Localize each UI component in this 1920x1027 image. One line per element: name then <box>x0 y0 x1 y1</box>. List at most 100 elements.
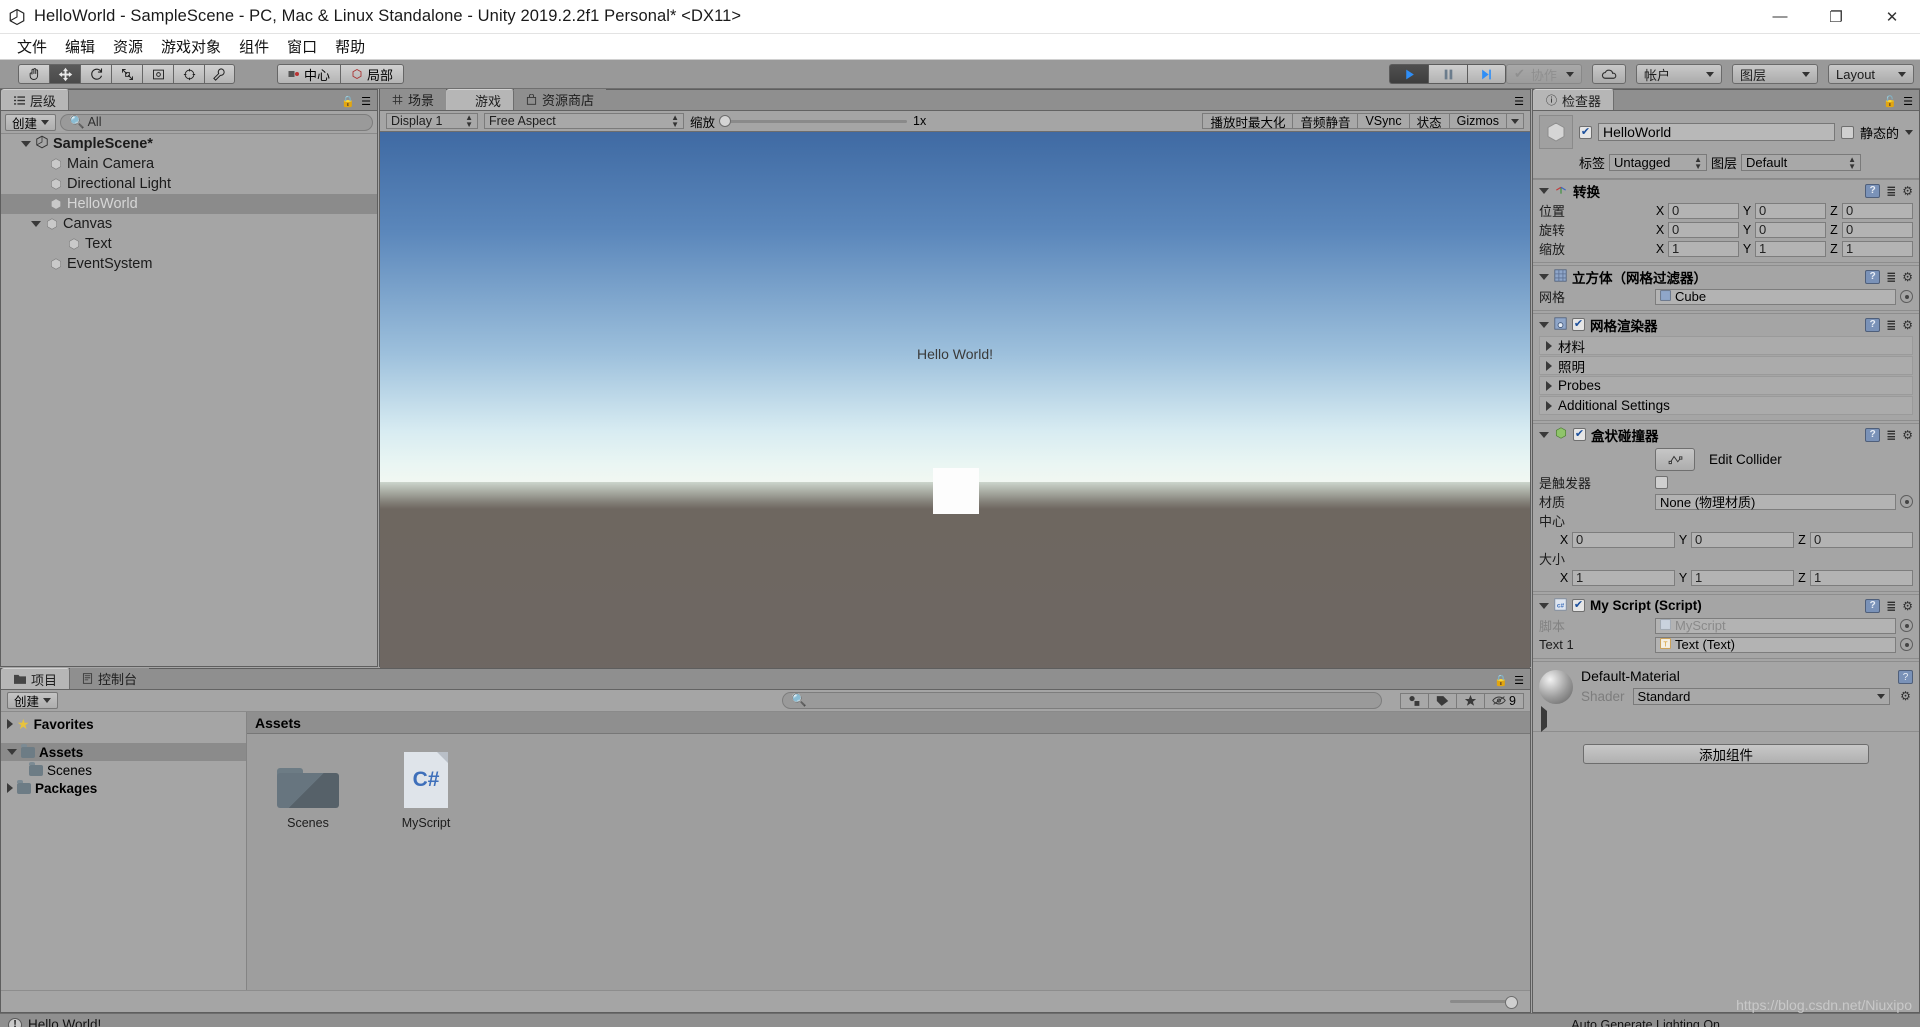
menu-item-file[interactable]: 文件 <box>8 34 56 59</box>
help-icon[interactable]: ? <box>1865 183 1881 198</box>
size-z-input[interactable]: 1 <box>1810 569 1913 586</box>
hierarchy-menu-icon[interactable]: ☰ <box>361 95 371 108</box>
tab-inspector[interactable]: ⓘ 检查器 <box>1533 89 1615 110</box>
static-checkbox[interactable] <box>1840 125 1854 139</box>
layout-button[interactable]: Layout <box>1828 64 1914 84</box>
game-render-canvas[interactable]: Hello World! <box>380 132 1530 687</box>
project-tree-item-packages[interactable]: Packages <box>1 779 246 797</box>
scale-y-input[interactable]: 1 <box>1755 240 1826 257</box>
hierarchy-item-helloworld[interactable]: HelloWorld <box>1 194 377 214</box>
twisty-open-icon[interactable] <box>21 141 31 147</box>
section-additional-settings[interactable]: Additional Settings <box>1539 396 1913 415</box>
chevron-down-icon[interactable] <box>1905 129 1913 135</box>
hierarchy-item-directional-light[interactable]: Directional Light <box>1 174 377 194</box>
collab-button[interactable]: ✔ 协作 <box>1506 64 1582 84</box>
center-x-input[interactable]: 0 <box>1572 531 1675 548</box>
help-icon[interactable]: ? <box>1865 427 1881 442</box>
hierarchy-item-eventsystem[interactable]: EventSystem <box>1 254 377 274</box>
scale-z-input[interactable]: 1 <box>1842 240 1913 257</box>
close-button[interactable]: ✕ <box>1864 0 1920 34</box>
project-search-input[interactable]: 🔍 <box>782 692 1383 709</box>
tab-asset-store[interactable]: 资源商店 <box>514 89 607 110</box>
object-enabled-checkbox[interactable] <box>1579 125 1592 139</box>
mesh-picker-icon[interactable] <box>1900 290 1913 303</box>
section-lighting[interactable]: 照明 <box>1539 356 1913 375</box>
filter-by-type-button[interactable] <box>1400 692 1429 709</box>
preset-icon[interactable]: ≣ <box>1886 428 1896 442</box>
display-dropdown[interactable]: Display 1 ▲ ▼ <box>386 113 478 129</box>
twisty-open-icon[interactable] <box>31 221 41 227</box>
tab-project[interactable]: 项目 <box>1 668 71 689</box>
twisty-open-icon[interactable] <box>7 749 17 755</box>
is-trigger-checkbox[interactable] <box>1655 476 1668 489</box>
text1-object-field[interactable]: T Text (Text) <box>1655 636 1896 653</box>
project-create-button[interactable]: 创建 <box>7 692 59 709</box>
twisty-open-icon[interactable] <box>1539 273 1549 280</box>
tab-scene[interactable]: 场景 <box>380 89 447 110</box>
add-component-button[interactable]: 添加组件 <box>1583 744 1869 764</box>
my-script-enabled-checkbox[interactable] <box>1572 599 1585 612</box>
menu-item-component[interactable]: 组件 <box>230 34 278 59</box>
twisty-open-icon[interactable] <box>1539 187 1549 194</box>
position-y-input[interactable]: 0 <box>1755 202 1826 219</box>
asset-item-scenes[interactable]: Scenes <box>265 748 351 830</box>
cloud-button[interactable] <box>1592 64 1626 84</box>
hierarchy-item-text[interactable]: Text <box>1 234 377 254</box>
rotation-z-input[interactable]: 0 <box>1842 221 1913 238</box>
mesh-renderer-enabled-checkbox[interactable] <box>1572 318 1585 331</box>
toggle-vsync[interactable]: VSync <box>1357 113 1409 129</box>
inspector-menu-icon[interactable]: ☰ <box>1903 95 1913 108</box>
lock-icon[interactable]: 🔒 <box>341 95 355 108</box>
gameview-menu-icon[interactable]: ☰ <box>1514 95 1524 108</box>
lock-icon[interactable]: 🔒 <box>1494 674 1508 687</box>
layer-dropdown[interactable]: Default ▲ ▼ <box>1741 154 1862 171</box>
scale-x-input[interactable]: 1 <box>1668 240 1739 257</box>
toggle-stats[interactable]: 状态 <box>1408 113 1449 130</box>
menu-item-window[interactable]: 窗口 <box>278 34 326 59</box>
hand-tool-button[interactable] <box>18 64 49 84</box>
lock-icon[interactable]: 🔓 <box>1883 95 1897 108</box>
rotate-tool-button[interactable] <box>80 64 111 84</box>
gear-icon[interactable]: ⚙ <box>1902 318 1913 332</box>
object-name-input[interactable]: HelloWorld <box>1598 123 1835 141</box>
scale-slider-handle[interactable] <box>719 114 732 127</box>
menu-item-assets[interactable]: 资源 <box>104 34 152 59</box>
gear-icon[interactable]: ⚙ <box>1902 184 1913 198</box>
shader-dropdown[interactable]: Standard <box>1632 688 1890 705</box>
rotation-x-input[interactable]: 0 <box>1668 221 1739 238</box>
menu-item-help[interactable]: 帮助 <box>326 34 374 59</box>
favorites-filter-button[interactable] <box>1456 692 1485 709</box>
collider-material-picker-icon[interactable] <box>1900 495 1913 508</box>
project-tree-item-scenes[interactable]: Scenes <box>1 761 246 779</box>
pivot-mode-button[interactable]: 中心 <box>277 64 341 84</box>
step-button[interactable] <box>1467 64 1506 84</box>
gear-icon[interactable]: ⚙ <box>1902 270 1913 284</box>
hierarchy-search-input[interactable]: 🔍 All <box>60 113 373 131</box>
script-picker-icon[interactable] <box>1900 619 1913 632</box>
custom-tool-button[interactable] <box>204 64 235 84</box>
component-mesh-renderer-header[interactable]: 网格渲染器 ? ≣ ⚙ <box>1533 314 1919 335</box>
asset-zoom-slider[interactable] <box>1450 996 1518 1009</box>
preset-icon[interactable]: ≣ <box>1886 270 1896 284</box>
transform-tool-button[interactable] <box>173 64 204 84</box>
gizmos-dropdown[interactable] <box>1506 113 1524 129</box>
position-x-input[interactable]: 0 <box>1668 202 1739 219</box>
maximize-button[interactable]: ❐ <box>1808 0 1864 34</box>
twisty-closed-icon[interactable] <box>7 783 13 793</box>
menu-item-gameobject[interactable]: 游戏对象 <box>152 34 230 59</box>
component-box-collider-header[interactable]: 盒状碰撞器 ? ≣ ⚙ <box>1533 424 1919 445</box>
help-icon[interactable]: ? <box>1865 269 1881 284</box>
twisty-open-icon[interactable] <box>1539 321 1549 328</box>
preset-icon[interactable]: ≣ <box>1886 599 1896 613</box>
toggle-gizmos[interactable]: Gizmos <box>1448 113 1506 129</box>
text1-picker-icon[interactable] <box>1900 638 1913 651</box>
mesh-object-field[interactable]: Cube <box>1655 288 1896 305</box>
scale-tool-button[interactable] <box>111 64 142 84</box>
box-collider-enabled-checkbox[interactable] <box>1573 428 1586 441</box>
status-message[interactable]: Hello World! <box>28 1017 101 1027</box>
preset-icon[interactable]: ≣ <box>1886 184 1896 198</box>
twisty-closed-icon[interactable] <box>1546 380 1552 391</box>
toggle-mute-audio[interactable]: 音频静音 <box>1292 113 1358 130</box>
tag-dropdown[interactable]: Untagged ▲ ▼ <box>1609 154 1708 171</box>
section-materials[interactable]: 材料 <box>1539 336 1913 355</box>
